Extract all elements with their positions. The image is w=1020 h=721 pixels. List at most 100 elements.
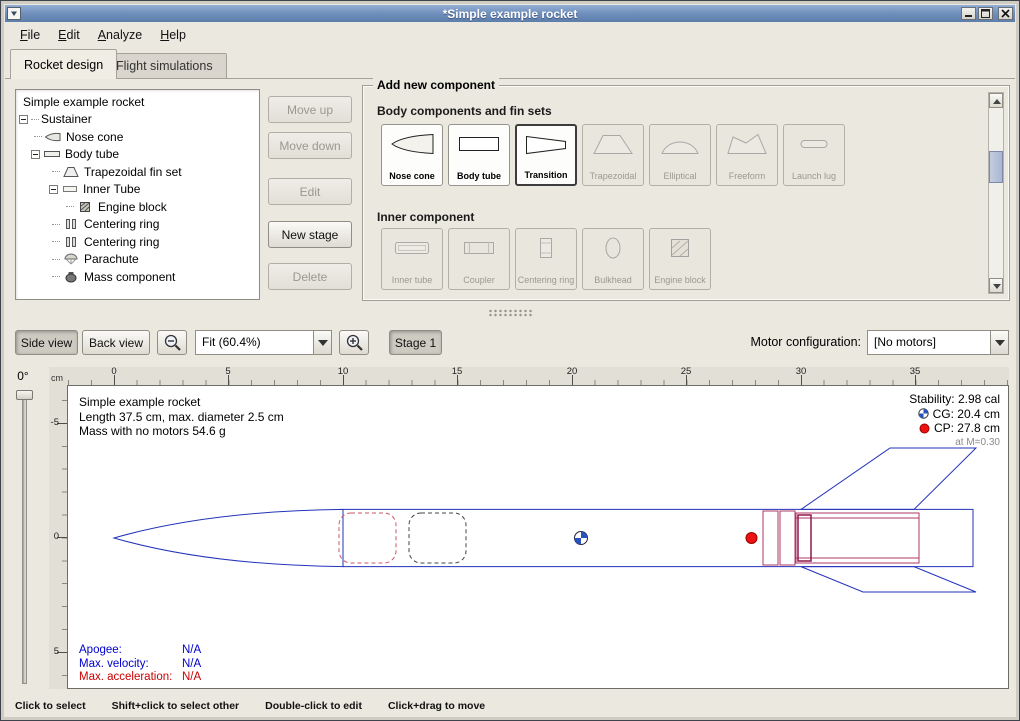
inner-tube-icon — [389, 235, 435, 261]
cp-row: CP: 27.8 cm — [909, 421, 1000, 436]
move-up-button[interactable]: Move up — [268, 96, 352, 123]
chevron-down-icon[interactable] — [313, 331, 331, 354]
window-menu-icon[interactable] — [7, 7, 21, 20]
collapse-icon[interactable] — [31, 150, 40, 159]
rocket-mass: Mass with no motors 54.6 g — [79, 424, 284, 439]
add-elliptical-fin-button[interactable]: Elliptical — [649, 124, 711, 186]
tree-item-label: Centering ring — [84, 235, 159, 249]
tree-item-parachute[interactable]: Parachute — [16, 251, 259, 269]
tree-item-rocket[interactable]: Simple example rocket — [16, 93, 259, 111]
cg-marker-icon — [575, 532, 588, 545]
stability-value: Stability: 2.98 cal — [909, 392, 1000, 407]
horizontal-ruler: 0 5 10 15 20 25 30 35 — [67, 367, 1009, 385]
ruler-tick-label: 30 — [789, 367, 813, 377]
back-view-button[interactable]: Back view — [82, 330, 150, 355]
parachute-outline — [339, 513, 396, 563]
max-acceleration-row: Max. acceleration: N/A — [79, 671, 201, 685]
add-engine-block-button[interactable]: Engine block — [649, 228, 711, 290]
component-tree[interactable]: Simple example rocket Sustainer Nose con… — [15, 89, 260, 300]
add-trapezoidal-fin-button[interactable]: Trapezoidal — [582, 124, 644, 186]
fin-lower — [801, 567, 976, 592]
add-transition-button[interactable]: Transition — [515, 124, 577, 186]
side-view-button[interactable]: Side view — [15, 330, 78, 355]
tree-connector — [31, 119, 39, 120]
tree-connector — [52, 276, 60, 277]
mach-note: at M=0.30 — [909, 436, 1000, 451]
add-launch-lug-button[interactable]: Launch lug — [783, 124, 845, 186]
ruler-tick-label: 20 — [560, 367, 584, 377]
rocket-dimensions: Length 37.5 cm, max. diameter 2.5 cm — [79, 410, 284, 425]
scroll-up-icon[interactable] — [989, 93, 1003, 108]
motor-configuration-select[interactable]: [No motors] — [867, 330, 1009, 355]
inner-tube-icon — [61, 183, 79, 195]
tree-item-centering-ring-2[interactable]: Centering ring — [16, 233, 259, 251]
add-inner-tube-button[interactable]: Inner tube — [381, 228, 443, 290]
tree-item-body-tube[interactable]: Body tube — [16, 146, 259, 164]
delete-button[interactable]: Delete — [268, 263, 352, 290]
mass-component-icon — [62, 271, 80, 283]
status-shift-click: Shift+click to select other — [112, 700, 240, 712]
magnifier-plus-icon — [345, 333, 364, 352]
rotation-slider[interactable] — [22, 391, 27, 684]
apogee-value: N/A — [182, 644, 201, 658]
menu-help[interactable]: Help — [151, 25, 195, 45]
add-body-tube-button[interactable]: Body tube — [448, 124, 510, 186]
max-acceleration-label: Max. acceleration: — [79, 671, 182, 685]
menu-edit[interactable]: Edit — [49, 25, 89, 45]
scroll-down-icon[interactable] — [989, 278, 1003, 293]
body-tube-icon — [43, 148, 61, 160]
titlebar[interactable]: *Simple example rocket — [5, 5, 1015, 22]
scrollbar-thumb[interactable] — [989, 151, 1003, 183]
add-nose-cone-button[interactable]: Nose cone — [381, 124, 443, 186]
ruler-tick-label: 35 — [903, 367, 927, 377]
tree-item-inner-tube[interactable]: Inner Tube — [16, 181, 259, 199]
chevron-down-icon[interactable] — [990, 331, 1008, 354]
tree-item-label: Sustainer — [41, 112, 92, 126]
tree-item-engine-block[interactable]: Engine block — [16, 198, 259, 216]
collapse-icon[interactable] — [19, 115, 28, 124]
tree-item-nose-cone[interactable]: Nose cone — [16, 128, 259, 146]
add-freeform-fin-button[interactable]: Freeform — [716, 124, 778, 186]
launch-lug-icon — [791, 131, 837, 157]
edit-button[interactable]: Edit — [268, 178, 352, 205]
rotation-value: 0° — [9, 369, 37, 383]
tree-item-fin-set[interactable]: Trapezoidal fin set — [16, 163, 259, 181]
tree-item-mass-component[interactable]: Mass component — [16, 268, 259, 286]
ruler-tick-label: -5 — [51, 417, 59, 428]
bulkhead-icon — [590, 235, 636, 261]
tree-connector — [52, 224, 60, 225]
add-coupler-button[interactable]: Coupler — [448, 228, 510, 290]
component-scrollbar[interactable] — [988, 92, 1004, 294]
zoom-select[interactable]: Fit (60.4%) — [195, 330, 332, 355]
close-icon[interactable] — [998, 7, 1013, 20]
add-centering-ring-button[interactable]: Centering ring — [515, 228, 577, 290]
status-double-click: Double-click to edit — [265, 700, 362, 712]
ruler-tick-label: 5 — [54, 646, 59, 657]
parachute-icon — [62, 253, 80, 265]
splitter-handle[interactable] — [488, 309, 534, 317]
rotation-slider-handle[interactable] — [16, 390, 33, 400]
menu-file[interactable]: File — [11, 25, 49, 45]
move-down-button[interactable]: Move down — [268, 132, 352, 159]
tree-item-centering-ring-1[interactable]: Centering ring — [16, 216, 259, 234]
tree-item-sustainer[interactable]: Sustainer — [16, 111, 259, 129]
minimize-icon[interactable] — [961, 7, 976, 20]
tab-rocket-design[interactable]: Rocket design — [10, 49, 117, 79]
menubar: File Edit Analyze Help — [5, 23, 1015, 47]
add-bulkhead-button[interactable]: Bulkhead — [582, 228, 644, 290]
cp-marker-icon — [746, 533, 757, 544]
zoom-in-button[interactable] — [339, 330, 369, 355]
new-stage-button[interactable]: New stage — [268, 221, 352, 248]
collapse-icon[interactable] — [49, 185, 58, 194]
ruler-unit: cm — [49, 367, 67, 385]
menu-analyze[interactable]: Analyze — [89, 25, 151, 45]
fin-set-icon — [62, 166, 80, 178]
stage-1-toggle[interactable]: Stage 1 — [389, 330, 442, 355]
maximize-icon[interactable] — [978, 7, 993, 20]
rocket-canvas[interactable]: Simple example rocket Length 37.5 cm, ma… — [67, 385, 1009, 689]
apogee-row: Apogee: N/A — [79, 644, 201, 658]
component-button-label: Freeform — [728, 172, 767, 181]
zoom-out-button[interactable] — [157, 330, 187, 355]
tab-flight-simulations[interactable]: Flight simulations — [102, 53, 227, 78]
centering-ring-icon — [523, 235, 569, 261]
